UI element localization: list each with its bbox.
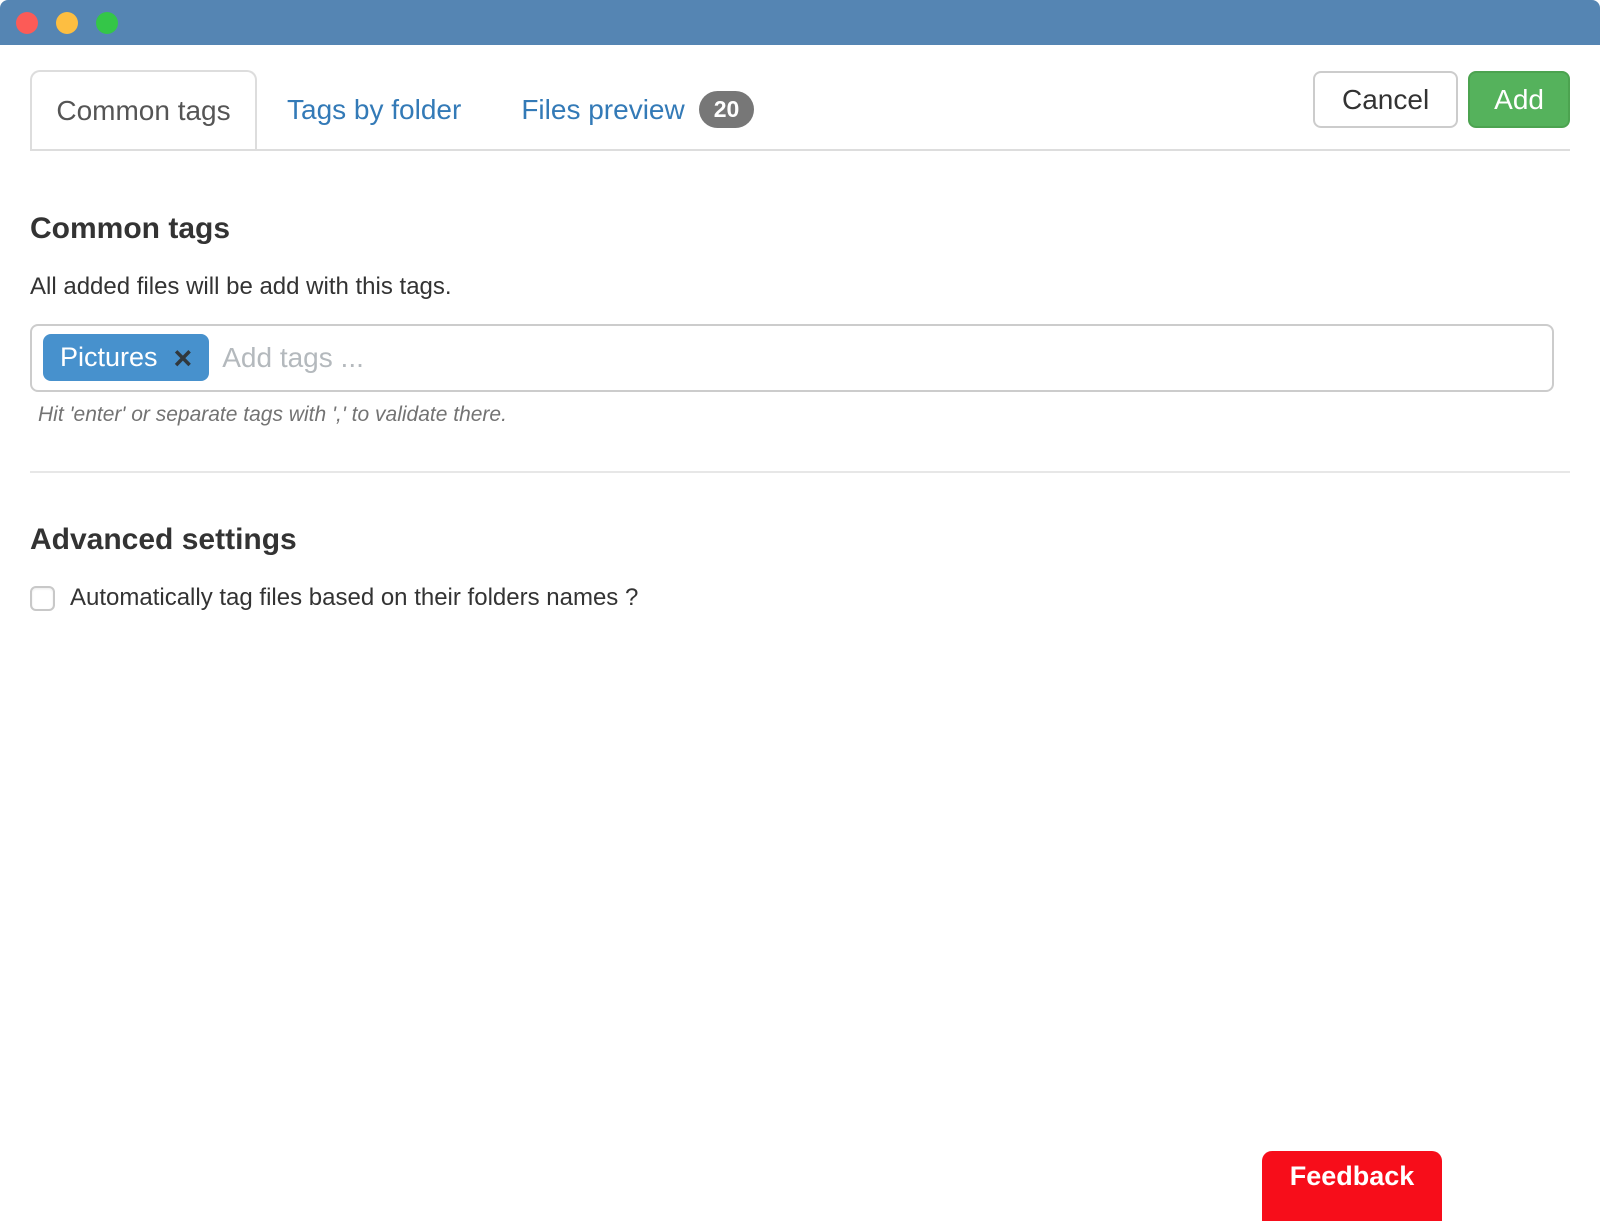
cancel-button[interactable]: Cancel (1313, 71, 1458, 128)
add-tags-input[interactable] (222, 342, 1541, 374)
zoom-window-icon[interactable] (96, 12, 118, 34)
remove-tag-icon[interactable]: × (174, 347, 193, 369)
tab-bar-divider (30, 149, 1570, 151)
add-button[interactable]: Add (1468, 71, 1570, 128)
tag-chip: Pictures × (43, 334, 209, 381)
tags-input-container[interactable]: Pictures × (30, 324, 1554, 392)
tag-chip-label: Pictures (60, 342, 158, 373)
section-divider (30, 471, 1570, 473)
common-tags-heading: Common tags (30, 212, 1570, 247)
window-titlebar (0, 0, 1600, 45)
auto-tag-checkbox-label: Automatically tag files based on their f… (70, 584, 638, 612)
auto-tag-checkbox[interactable] (30, 586, 55, 611)
feedback-button[interactable]: Feedback (1262, 1151, 1442, 1221)
feedback-button-label: Feedback (1290, 1161, 1415, 1192)
common-tags-description: All added files will be add with this ta… (30, 273, 1570, 301)
tab-tags-by-folder[interactable]: Tags by folder (257, 70, 491, 149)
auto-tag-checkbox-row[interactable]: Automatically tag files based on their f… (30, 584, 638, 612)
files-count-badge: 20 (699, 91, 755, 128)
tab-tags-by-folder-label: Tags by folder (287, 94, 461, 126)
tab-bar: Common tags Tags by folder Files preview… (0, 45, 1600, 151)
tab-common-tags[interactable]: Common tags (30, 70, 257, 149)
minimize-window-icon[interactable] (56, 12, 78, 34)
advanced-settings-heading: Advanced settings (30, 523, 1570, 558)
tab-files-preview[interactable]: Files preview 20 (491, 70, 784, 149)
tab-files-preview-label: Files preview (521, 94, 684, 126)
header-actions: Cancel Add (1313, 71, 1570, 128)
main-content: Common tags All added files will be add … (30, 212, 1570, 612)
tags-helper-text: Hit 'enter' or separate tags with ',' to… (38, 403, 1570, 427)
tab-common-tags-label: Common tags (56, 95, 230, 127)
close-window-icon[interactable] (16, 12, 38, 34)
